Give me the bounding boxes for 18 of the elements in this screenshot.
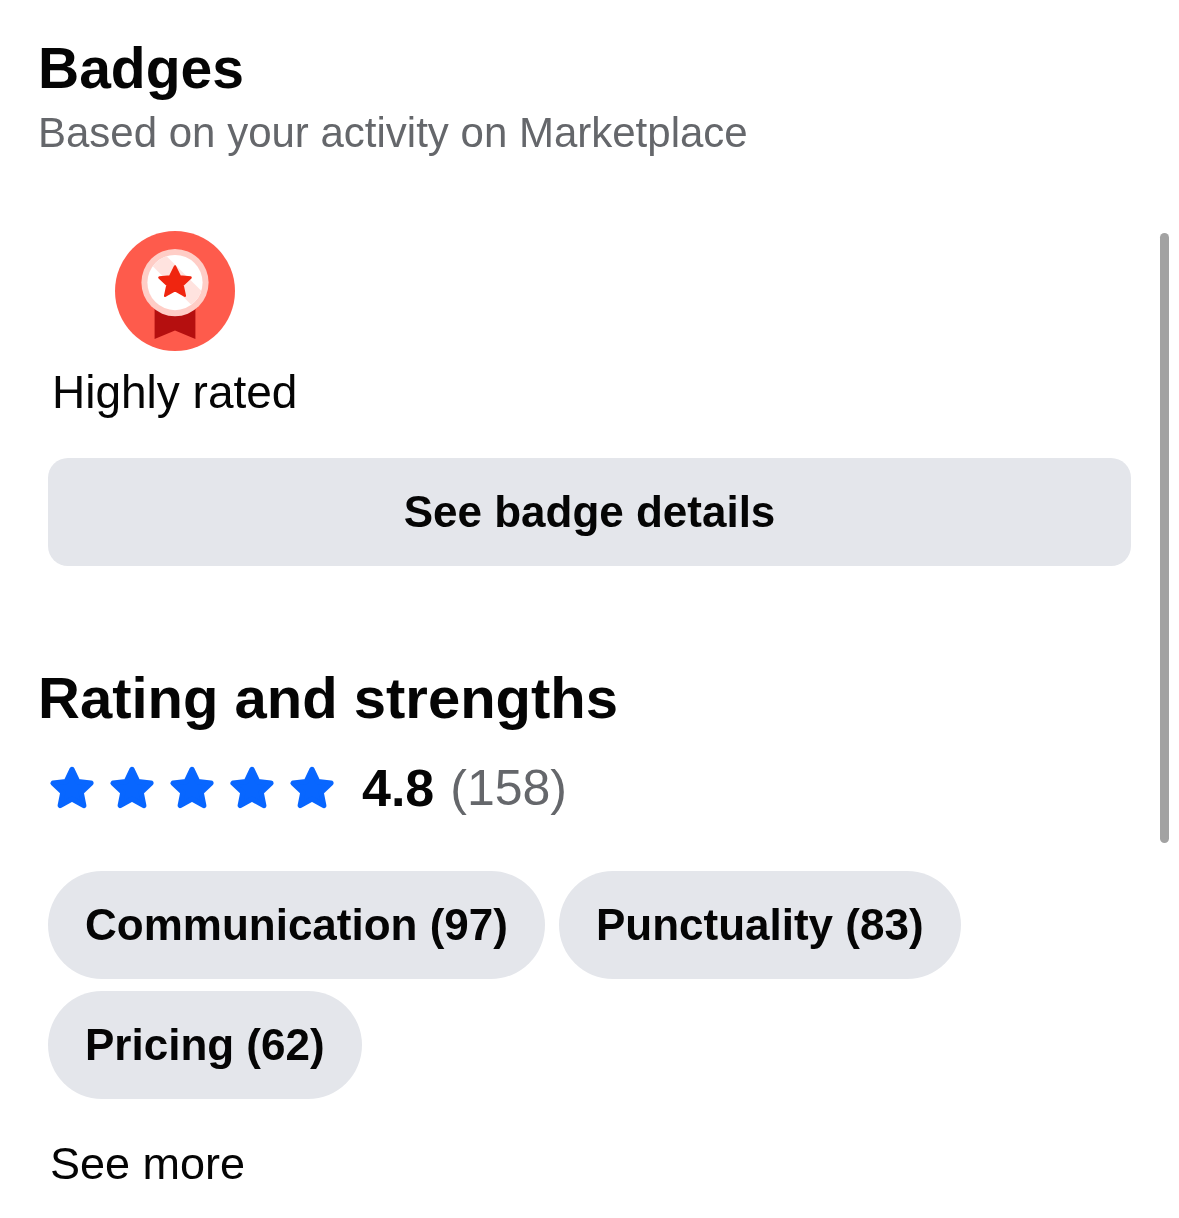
- strength-chip[interactable]: Pricing (62): [48, 991, 362, 1099]
- section-title: Badges: [38, 36, 244, 100]
- star-icon: [288, 765, 336, 811]
- medal-icon: [114, 231, 235, 351]
- star-icon: [168, 765, 216, 811]
- star-icon: [228, 765, 276, 811]
- star-icon: [108, 765, 156, 811]
- scrollbar[interactable]: [1160, 233, 1169, 843]
- rating-score: 4.8: [362, 758, 435, 818]
- rating-count: (158): [450, 759, 568, 817]
- see-more-link[interactable]: See more: [50, 1138, 246, 1190]
- see-badge-details-button[interactable]: See badge details: [48, 458, 1131, 566]
- section-title: Rating and strengths: [38, 665, 619, 731]
- strength-chip[interactable]: Communication (97): [48, 871, 545, 979]
- section-subtitle: Based on your activity on Marketplace: [38, 108, 748, 158]
- strength-chip[interactable]: Punctuality (83): [558, 871, 961, 979]
- star-icon: [48, 765, 96, 811]
- badge-label: Highly rated: [52, 365, 298, 419]
